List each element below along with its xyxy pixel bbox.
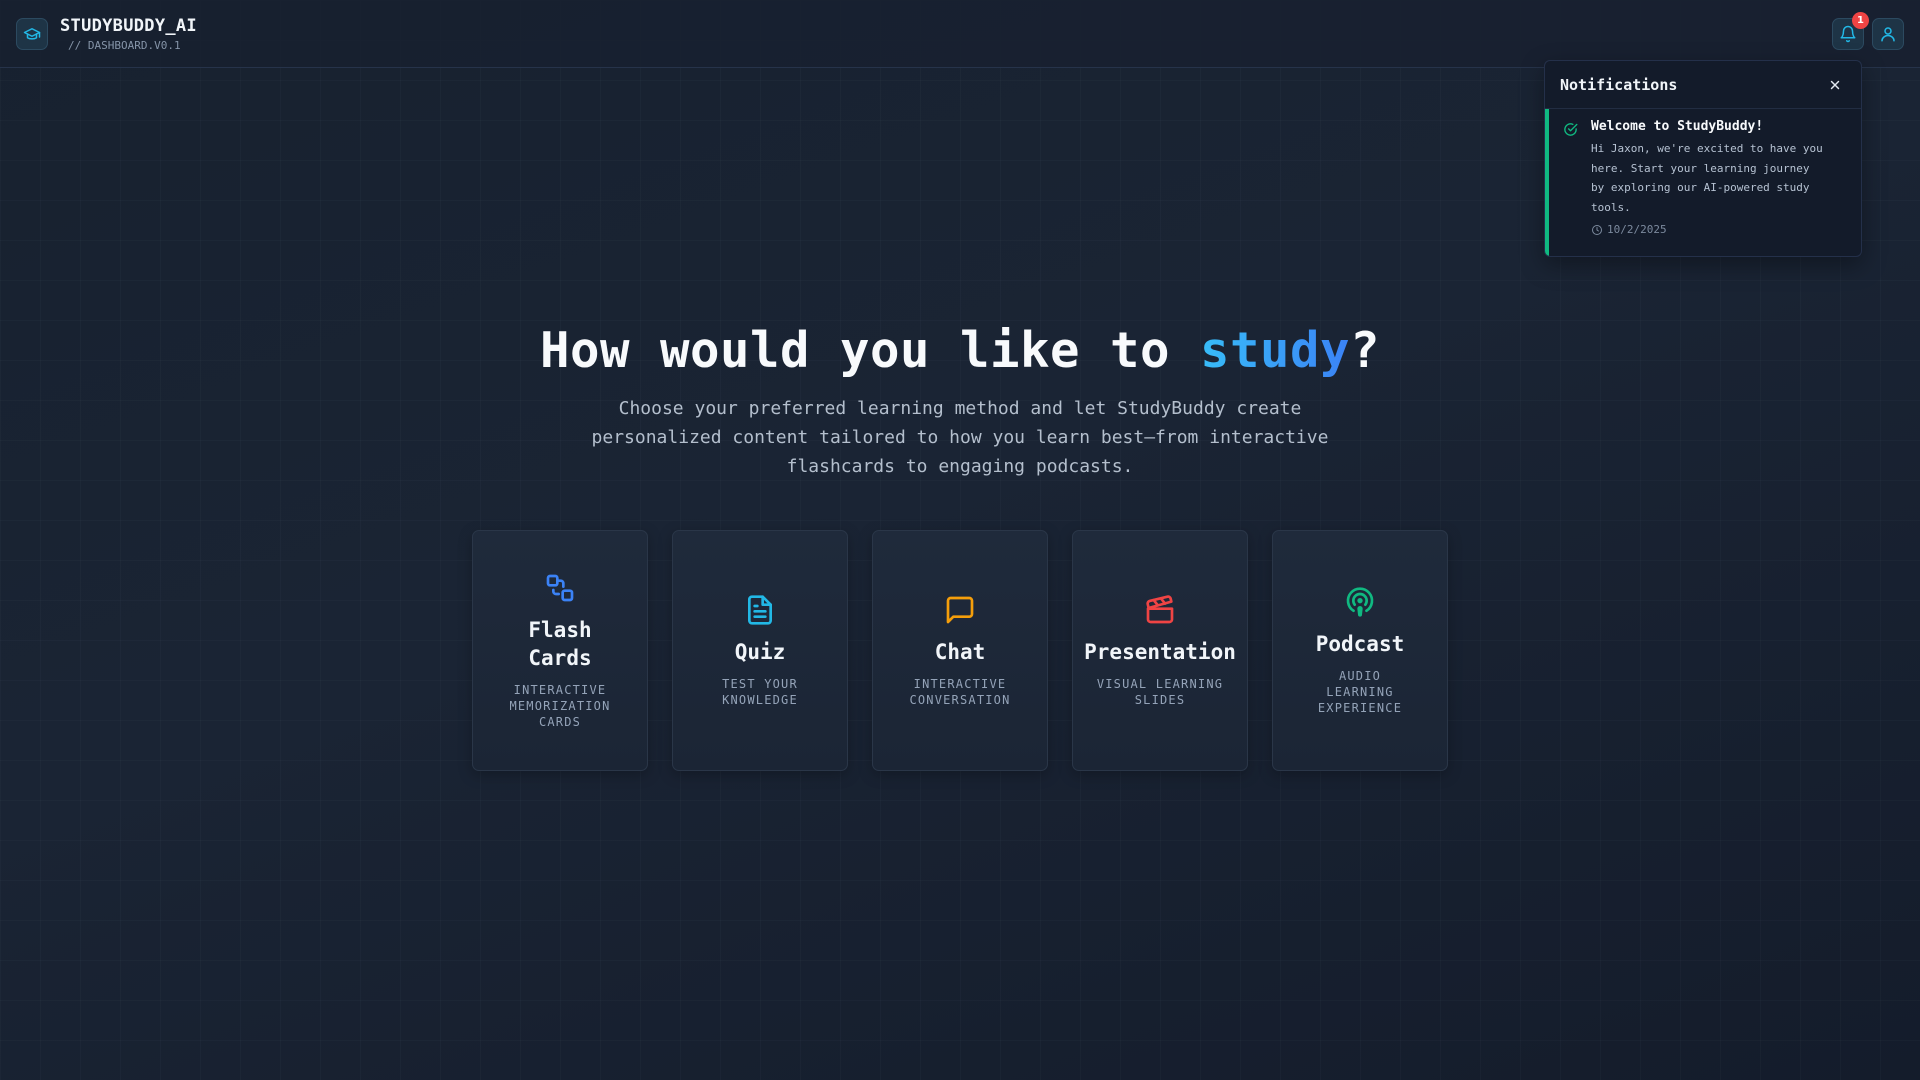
card-description: TEST YOUR KNOWLEDGE — [722, 676, 798, 707]
page-title-accent: study — [1199, 322, 1350, 379]
notification-body: Hi Jaxon, we're excited to have you here… — [1591, 142, 1823, 214]
close-icon — [1830, 80, 1840, 89]
notifications-button[interactable]: 1 — [1832, 11, 1869, 50]
card-description: INTERACTIVE MEMORIZATION CARDS — [509, 682, 611, 729]
notifications-panel: Notifications Welcome to StudyBuddy! Hi … — [1544, 60, 1862, 257]
profile-button[interactable] — [1872, 17, 1904, 50]
notification-title: Welcome to StudyBuddy! — [1591, 119, 1764, 134]
card-description: AUDIO LEARNING EXPERIENCE — [1317, 668, 1403, 715]
flashcards-icon — [544, 572, 576, 604]
clapperboard-icon — [1144, 594, 1176, 626]
notifications-title: Notifications — [1560, 75, 1678, 94]
card-description: VISUAL LEARNING SLIDES — [1096, 676, 1224, 707]
chat-icon — [944, 594, 976, 626]
app-subtitle: // DASHBOARD.V0.1 — [68, 38, 181, 52]
card-presentation[interactable]: Presentation VISUAL LEARNING SLIDES — [1072, 530, 1248, 771]
page-subtitle: Choose your preferred learning method an… — [591, 398, 1329, 477]
card-title: Podcast — [1315, 631, 1405, 656]
card-description: INTERACTIVE CONVERSATION — [909, 676, 1011, 707]
top-bar: STUDYBUDDY_AI // DASHBOARD.V0.1 1 — [0, 0, 1920, 68]
notification-count-badge: 1 — [1852, 11, 1869, 29]
card-flash-cards[interactable]: Flash Cards INTERACTIVE MEMORIZATION CAR… — [472, 530, 648, 771]
card-chat[interactable]: Chat INTERACTIVE CONVERSATION — [872, 530, 1048, 771]
card-title: Presentation — [1084, 639, 1236, 664]
notification-time: 10/2/2025 — [1591, 223, 1847, 236]
app-title: STUDYBUDDY_AI — [60, 15, 197, 36]
page-title: How would you like to study? — [0, 322, 1920, 379]
study-mode-cards: Flash Cards INTERACTIVE MEMORIZATION CAR… — [472, 530, 1448, 771]
page-title-prefix: How would you like to — [539, 322, 1200, 379]
page-title-suffix: ? — [1350, 322, 1381, 379]
card-podcast[interactable]: Podcast AUDIO LEARNING EXPERIENCE — [1272, 530, 1448, 771]
check-circle-icon — [1563, 122, 1578, 141]
clock-icon — [1592, 224, 1602, 235]
notification-timestamp: 10/2/2025 — [1607, 223, 1667, 236]
brand[interactable]: STUDYBUDDY_AI // DASHBOARD.V0.1 — [16, 16, 197, 52]
card-title: Flash Cards — [528, 617, 592, 670]
document-icon — [744, 594, 776, 626]
graduation-cap-icon — [16, 17, 48, 50]
card-quiz[interactable]: Quiz TEST YOUR KNOWLEDGE — [672, 530, 848, 771]
notification-item[interactable]: Welcome to StudyBuddy! Hi Jaxon, we're e… — [1545, 109, 1861, 256]
user-icon — [1881, 26, 1895, 41]
podcast-icon — [1344, 586, 1376, 618]
card-title: Chat — [934, 639, 986, 664]
card-title: Quiz — [734, 639, 786, 664]
close-notifications-button[interactable] — [1825, 75, 1845, 95]
